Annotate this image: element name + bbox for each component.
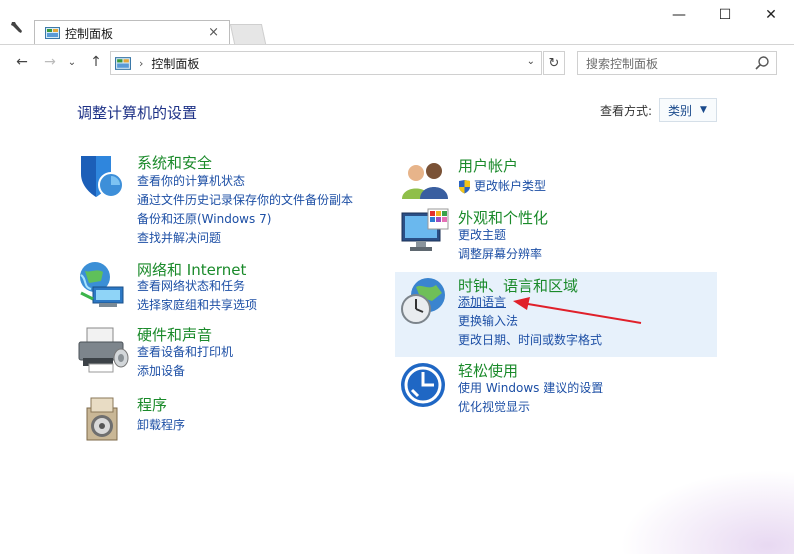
control-panel-icon	[45, 27, 60, 39]
control-panel-icon	[115, 56, 131, 70]
link-file-history[interactable]: 通过文件历史记录保存你的文件备份副本	[137, 191, 353, 210]
back-button[interactable]: ←	[12, 52, 32, 72]
up-button[interactable]: ↑	[86, 52, 106, 72]
link-homegroup-sharing[interactable]: 选择家庭组和共享选项	[137, 296, 257, 315]
link-date-time-format[interactable]: 更改日期、时间或数字格式	[458, 331, 602, 350]
recent-locations-dropdown[interactable]: ⌄	[66, 52, 78, 72]
link-network-status[interactable]: 查看网络状态和任务	[137, 277, 257, 296]
page-title: 调整计算机的设置	[77, 104, 198, 122]
close-button[interactable]: ✕	[748, 0, 794, 30]
breadcrumb[interactable]: 控制面板	[151, 55, 199, 72]
users-icon[interactable]	[400, 155, 452, 207]
title-bar: 控制面板 × — ☐ ✕	[0, 0, 794, 45]
breadcrumb-separator[interactable]: ›	[139, 57, 143, 70]
monitor-icon[interactable]	[400, 207, 452, 259]
search-placeholder: 搜索控制面板	[586, 56, 659, 71]
link-view-computer-status[interactable]: 查看你的计算机状态	[137, 172, 353, 191]
printer-icon[interactable]	[77, 324, 129, 376]
link-troubleshoot[interactable]: 查找并解决问题	[137, 229, 353, 248]
category-title[interactable]: 硬件和声音	[137, 324, 212, 345]
view-by-dropdown[interactable]: 类别 ▼	[659, 98, 717, 122]
category-title[interactable]: 系统和安全	[137, 152, 212, 173]
category-title[interactable]: 用户帐户	[458, 155, 518, 176]
link-change-theme[interactable]: 更改主题	[458, 226, 542, 245]
link-screen-resolution[interactable]: 调整屏幕分辨率	[458, 245, 542, 264]
navigation-bar: ← → ⌄ ↑ › 控制面板 ⌄ ↻ 搜索控制面板	[0, 44, 794, 80]
refresh-button[interactable]: ↻	[543, 51, 565, 75]
view-by-label: 查看方式:	[600, 104, 653, 118]
tab-close-button[interactable]: ×	[208, 25, 219, 40]
wrench-icon[interactable]	[9, 20, 25, 36]
shield-icon[interactable]	[77, 152, 129, 204]
programs-icon[interactable]	[77, 394, 129, 446]
link-uninstall-program[interactable]: 卸载程序	[137, 416, 185, 435]
network-icon[interactable]	[77, 259, 129, 311]
minimize-button[interactable]: —	[656, 0, 702, 30]
tab-title: 控制面板	[65, 26, 114, 41]
link-add-device[interactable]: 添加设备	[137, 362, 233, 381]
link-devices-printers[interactable]: 查看设备和打印机	[137, 343, 233, 362]
link-change-account-type[interactable]: 更改帐户类型	[458, 177, 546, 196]
link-backup-restore[interactable]: 备份和还原(Windows 7)	[137, 210, 353, 229]
link-add-language[interactable]: 添加语言	[458, 293, 602, 312]
category-title[interactable]: 轻松使用	[458, 360, 518, 381]
address-bar[interactable]: › 控制面板 ⌄	[110, 51, 542, 75]
address-dropdown-button[interactable]: ⌄	[527, 56, 535, 67]
new-tab-button[interactable]	[229, 24, 267, 44]
link-change-input-method[interactable]: 更换输入法	[458, 312, 602, 331]
tab-control-panel[interactable]: 控制面板 ×	[34, 20, 230, 45]
category-title[interactable]: 外观和个性化	[458, 207, 548, 228]
forward-button[interactable]: →	[40, 52, 60, 72]
maximize-button[interactable]: ☐	[702, 0, 748, 30]
caret-down-icon: ▼	[700, 105, 707, 115]
link-label: 更改帐户类型	[474, 179, 547, 193]
corner-watermark-glow	[620, 470, 794, 554]
search-input[interactable]: 搜索控制面板	[577, 51, 777, 75]
globe-clock-icon[interactable]	[398, 275, 450, 327]
ease-of-access-icon[interactable]	[400, 360, 452, 412]
search-icon[interactable]	[754, 55, 770, 71]
link-recommended-settings[interactable]: 使用 Windows 建议的设置	[458, 379, 603, 398]
category-title[interactable]: 程序	[137, 394, 167, 415]
view-by-value: 类别	[668, 103, 693, 118]
link-optimize-visual-display[interactable]: 优化视觉显示	[458, 398, 603, 417]
uac-shield-icon	[459, 179, 470, 193]
